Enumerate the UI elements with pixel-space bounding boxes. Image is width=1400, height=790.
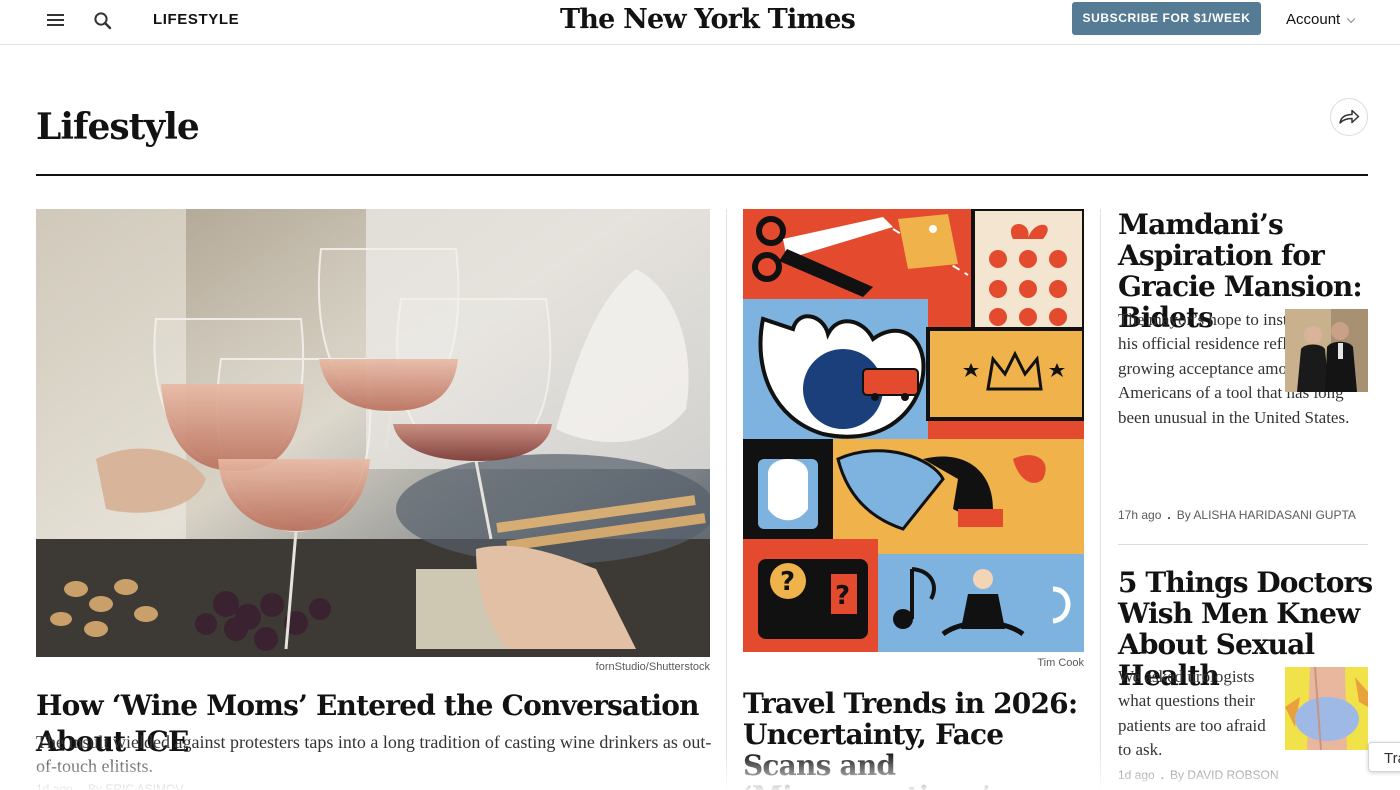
svg-text:?: ? xyxy=(835,581,850,611)
page-title: Lifestyle xyxy=(36,106,200,148)
mens-health-story-time: 1d ago xyxy=(1118,768,1155,782)
mens-health-story-meta: 1d ago. By DAVID ROBSON xyxy=(1118,768,1279,782)
story-divider xyxy=(1118,544,1368,545)
section-title-rule xyxy=(36,174,1368,176)
chevron-down-icon xyxy=(1347,14,1356,24)
subscribe-button[interactable]: SUBSCRIBE FOR $1/WEEK xyxy=(1072,2,1261,35)
account-label: Account xyxy=(1286,11,1341,28)
column-divider xyxy=(1100,209,1101,790)
hamburger-menu-icon[interactable] xyxy=(45,11,67,31)
mens-health-story-thumbnail[interactable] xyxy=(1285,667,1368,750)
bidets-story-time: 17h ago xyxy=(1118,508,1162,522)
lead-story-summary: The insult wielded against protesters ta… xyxy=(36,732,712,776)
column-divider xyxy=(726,209,727,790)
top-navigation-bar: LIFESTYLE The New York Times SUBSCRIBE F… xyxy=(0,0,1400,45)
section-nav-label[interactable]: LIFESTYLE xyxy=(153,11,239,28)
search-icon[interactable] xyxy=(92,10,114,32)
translate-tab[interactable]: Tra xyxy=(1368,742,1400,772)
mens-health-story-summary: We asked urologists what questions their… xyxy=(1118,667,1266,760)
svg-text:?: ? xyxy=(780,567,795,597)
nyt-logo[interactable]: The New York Times xyxy=(560,4,856,35)
bidets-story-meta: 17h ago. By ALISHA HARIDASANI GUPTA xyxy=(1118,508,1356,522)
mens-health-story-byline: By DAVID ROBSON xyxy=(1170,768,1279,782)
middle-image-credit: Tim Cook xyxy=(1037,657,1084,669)
lead-story-time: 1d ago xyxy=(36,782,73,790)
travel-story-illustration[interactable]: ? ? xyxy=(743,209,1084,652)
bidets-story-thumbnail[interactable] xyxy=(1285,309,1368,392)
account-menu[interactable]: Account xyxy=(1286,11,1356,28)
lead-story-byline: By ERIC ASIMOV xyxy=(88,782,184,790)
travel-story-headline[interactable]: Travel Trends in 2026: Uncertainty, Face… xyxy=(743,688,1088,790)
share-arrow-icon xyxy=(1339,109,1360,124)
lead-story-image[interactable] xyxy=(36,209,710,657)
share-button[interactable] xyxy=(1330,98,1368,136)
bidets-story-byline: By ALISHA HARIDASANI GUPTA xyxy=(1176,508,1356,522)
lead-image-credit: fornStudio/Shutterstock xyxy=(595,661,710,673)
lead-story-meta: 1d ago. By ERIC ASIMOV xyxy=(36,782,183,790)
